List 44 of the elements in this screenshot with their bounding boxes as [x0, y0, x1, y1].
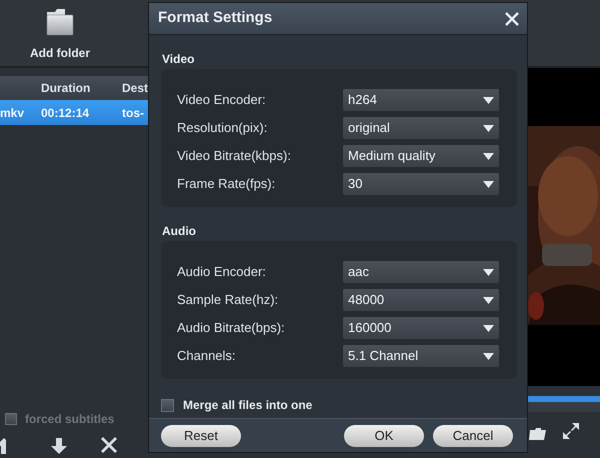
caret-icon — [483, 152, 494, 160]
caret-icon — [483, 268, 494, 276]
close-icon[interactable] — [505, 12, 519, 26]
dropdown[interactable]: h264 — [343, 89, 499, 111]
folder-icon[interactable] — [45, 8, 75, 37]
dropdown[interactable]: Medium quality — [343, 145, 499, 167]
dialog-button[interactable]: Reset — [161, 424, 241, 446]
dropdown[interactable]: original — [343, 117, 499, 139]
add-folder-label[interactable]: Add folder — [30, 44, 90, 62]
checkbox-label: forced subtitles — [25, 411, 114, 428]
fullscreen-icon[interactable] — [562, 422, 580, 440]
down-arrow-icon[interactable] — [50, 438, 68, 454]
folder-icon[interactable] — [528, 426, 546, 442]
caret-icon — [483, 352, 494, 360]
delete-icon[interactable] — [100, 436, 118, 454]
dialog-button[interactable]: Cancel — [433, 424, 513, 446]
checkbox[interactable] — [5, 413, 17, 425]
field-label: Audio Bitrate(bps): — [177, 319, 286, 338]
dropdown[interactable]: 48000 — [343, 289, 499, 311]
field-label: Frame Rate(fps): — [177, 175, 276, 194]
field-label: Channels: — [177, 347, 237, 366]
dropdown[interactable]: 5.1 Channel — [343, 345, 499, 367]
caret-icon — [483, 324, 494, 332]
field-label: Audio Encoder: — [177, 263, 267, 282]
caret-icon — [483, 96, 494, 104]
table-cell-text: tos- — [122, 104, 144, 122]
table-cell-text: mkv — [0, 104, 26, 122]
caret-icon — [483, 296, 494, 304]
checkbox-label: Merge all files into one — [183, 397, 312, 414]
checkbox[interactable] — [161, 398, 174, 412]
dialog-button[interactable]: OK — [344, 424, 424, 446]
field-label: Video Encoder: — [177, 91, 267, 110]
table-cell-text: 00:12:14 — [41, 104, 90, 122]
field-label: Video Bitrate(kbps): — [177, 147, 292, 166]
dropdown[interactable]: aac — [343, 261, 499, 283]
dialog-title: Format Settings — [158, 8, 272, 28]
seek-bar[interactable] — [528, 396, 600, 412]
caret-icon — [483, 180, 494, 188]
column-header[interactable]: Dest — [122, 79, 148, 97]
field-label: Resolution(pix): — [177, 119, 268, 138]
column-header[interactable]: Duration — [41, 79, 122, 97]
field-label: Sample Rate(hz): — [177, 291, 280, 310]
dropdown[interactable]: 30 — [343, 173, 499, 195]
dropdown[interactable]: 160000 — [343, 317, 499, 339]
